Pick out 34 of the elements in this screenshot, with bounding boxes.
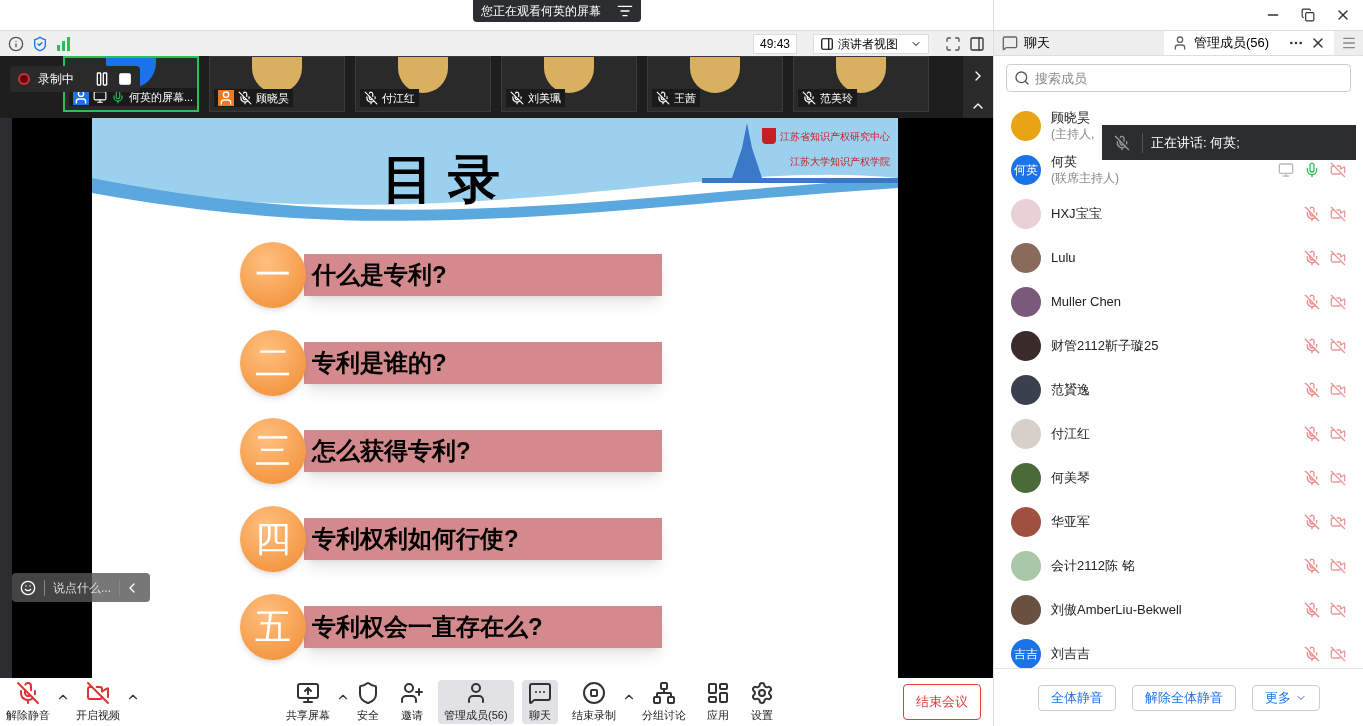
banner-text: 您正在观看何英的屏幕 bbox=[479, 3, 602, 20]
participant-name: 何英的屏幕... bbox=[129, 89, 194, 105]
agenda-item: 专利权会一直存在么? bbox=[304, 606, 662, 648]
participant-name: 王茜 bbox=[674, 90, 696, 106]
participant-name: 顾晓昊 bbox=[256, 90, 289, 106]
participant-name: 范美玲 bbox=[820, 90, 853, 106]
agenda-item: 专利权利如何行使? bbox=[304, 518, 662, 560]
member-name: 华亚军 bbox=[1051, 513, 1090, 531]
member-role: (联席主持人) bbox=[1051, 170, 1119, 186]
member-name: HXJ宝宝 bbox=[1051, 205, 1102, 223]
member-name: 会计2112陈 铭 bbox=[1051, 557, 1135, 575]
member-name: 何美琴 bbox=[1051, 469, 1090, 487]
member-name: 付江红 bbox=[1051, 425, 1090, 443]
member-name: 范贇逸 bbox=[1051, 381, 1090, 399]
member-name: 财管2112靳子璇25 bbox=[1051, 337, 1159, 355]
agenda-item: 专利是谁的? bbox=[304, 342, 662, 384]
meeting-timer: 49:43 bbox=[752, 33, 797, 54]
org-name: 江苏省知识产权研究中心 bbox=[780, 129, 890, 144]
agenda-item: 怎么获得专利? bbox=[304, 430, 662, 472]
member-name: Muller Chen bbox=[1051, 293, 1122, 311]
member-name: 刘傲AmberLiu-Bekwell bbox=[1051, 601, 1182, 619]
member-role: (主持人, bbox=[1051, 126, 1095, 142]
member-name: Lulu bbox=[1051, 249, 1076, 267]
slide-title: 目 录 bbox=[382, 149, 501, 210]
chat-placeholder: 说点什么... bbox=[52, 579, 112, 597]
member-name: 何英 bbox=[1051, 154, 1078, 171]
participant-name: 刘美珮 bbox=[528, 90, 561, 106]
agenda-item: 什么是专利? bbox=[304, 254, 662, 296]
member-name: 刘吉吉 bbox=[1051, 645, 1090, 663]
speaking-text: 正在讲话: 何英; bbox=[1150, 133, 1241, 152]
org-name: 江苏大学知识产权学院 bbox=[790, 155, 890, 169]
member-name: 顾晓昊 bbox=[1051, 110, 1091, 127]
participant-name: 付江红 bbox=[382, 90, 415, 106]
recording-label: 录制中 bbox=[38, 71, 74, 88]
